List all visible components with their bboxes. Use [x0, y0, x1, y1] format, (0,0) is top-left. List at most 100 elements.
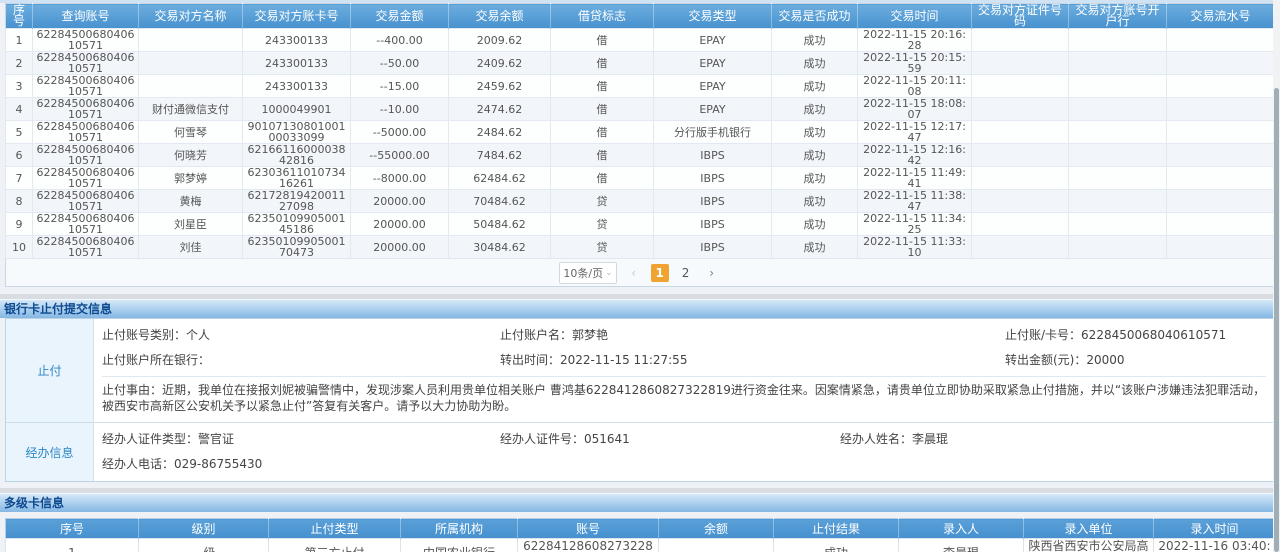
page-button-2[interactable]: 2	[677, 264, 695, 282]
transactions-table-header: 序号 查询账号 交易对方名称 交易对方账卡号 交易金额 交易余额 借贷标志 交易…	[6, 4, 1275, 29]
cell-counterparty-name: 财付通微信支付	[139, 98, 243, 121]
stop-bank: 止付账户所在银行：	[102, 348, 500, 373]
col-account: 账号	[518, 519, 659, 539]
cell-bank	[1069, 190, 1167, 213]
cell-flag: 借	[551, 29, 654, 52]
cell-seq: 6	[6, 144, 33, 167]
cell-cert	[972, 167, 1069, 190]
table-row[interactable]: 10 6228450068040610571 刘佳 62350109905001…	[6, 236, 1275, 259]
stop-account-name: 止付账户名：郭梦艳	[500, 323, 1005, 348]
cell-serial	[1167, 29, 1275, 52]
cell-time: 2022-11-15 11:34:25	[858, 213, 972, 236]
cell-counterparty-name	[139, 52, 243, 75]
cell-balance: 2009.62	[449, 29, 551, 52]
next-page-button[interactable]: ›	[703, 264, 721, 282]
cell-success: 成功	[772, 236, 858, 259]
cell-cert	[972, 52, 1069, 75]
table-row[interactable]: 4 6228450068040610571 财付通微信支付 1000049901…	[6, 98, 1275, 121]
cell-type: EPAY	[654, 75, 772, 98]
col-query-account: 查询账号	[33, 4, 139, 29]
table-row[interactable]: 2 6228450068040610571 243300133 --50.00 …	[6, 52, 1275, 75]
cell-counterparty-card: 243300133	[243, 52, 351, 75]
next-icon: ›	[709, 266, 714, 280]
handler-info-row: 经办信息 经办人证件类型：警官证 经办人证件号：051641 经办人姓名：李晨琨…	[6, 423, 1274, 481]
cell-cert	[972, 75, 1069, 98]
cell-success: 成功	[772, 29, 858, 52]
stop-account-type: 止付账号类别：个人	[102, 323, 500, 348]
prev-page-button[interactable]: ‹	[625, 264, 643, 282]
cell-type: EPAY	[654, 52, 772, 75]
cell-time: 2022-11-15 18:08:07	[858, 98, 972, 121]
scrollbar-thumb[interactable]	[1274, 88, 1279, 552]
stop-payment-panel: 止付 止付账号类别：个人 止付账户名：郭梦艳 止付账/卡号：6228450068…	[5, 318, 1275, 482]
cell-success: 成功	[772, 213, 858, 236]
cell-bank	[1069, 52, 1167, 75]
page-button-1[interactable]: 1	[651, 264, 669, 282]
col-stop-type: 止付类型	[269, 519, 401, 539]
cell-flag: 借	[551, 75, 654, 98]
cell-serial	[1167, 167, 1275, 190]
cell-serial	[1167, 236, 1275, 259]
cell-counterparty-name	[139, 75, 243, 98]
cell-flag: 贷	[551, 190, 654, 213]
cell-type: IBPS	[654, 144, 772, 167]
cell-time: 2022-11-15 12:16:42	[858, 144, 972, 167]
cell-success: 成功	[772, 98, 858, 121]
cell-balance: 30484.62	[449, 236, 551, 259]
cell-serial	[1167, 190, 1275, 213]
cell-time: 2022-11-15 11:33:10	[858, 236, 972, 259]
cell-balance	[659, 539, 774, 552]
cell-balance: 70484.62	[449, 190, 551, 213]
cell-cert	[972, 98, 1069, 121]
cell-amount: 20000.00	[351, 213, 449, 236]
cell-amount: --50.00	[351, 52, 449, 75]
col-counterparty-name: 交易对方名称	[139, 4, 243, 29]
cell-cert	[972, 213, 1069, 236]
cell-time: 2022-11-15 11:38:47	[858, 190, 972, 213]
table-row[interactable]: 6 6228450068040610571 何晓芳 62166116000038…	[6, 144, 1275, 167]
cell-time: 2022-11-15 12:17:47	[858, 121, 972, 144]
col-entered-by: 录入人	[899, 519, 1024, 539]
cell-amount: --5000.00	[351, 121, 449, 144]
col-type: 交易类型	[654, 4, 772, 29]
cell-type: IBPS	[654, 190, 772, 213]
cell-bank	[1069, 29, 1167, 52]
col-debit-credit-flag: 借贷标志	[551, 4, 654, 29]
cell-account: 6228412860827322819	[518, 539, 659, 552]
cell-time: 2022-11-15 20:16:28	[858, 29, 972, 52]
table-row[interactable]: 7 6228450068040610571 郭梦婷 62303611010734…	[6, 167, 1275, 190]
cell-entry-time: 2022-11-16 03:40:51	[1154, 539, 1276, 552]
cell-counterparty-card: 243300133	[243, 29, 351, 52]
table-row[interactable]: 5 6228450068040610571 何雪琴 90107130801001…	[6, 121, 1275, 144]
cell-bank	[1069, 167, 1167, 190]
cell-counterparty-name: 刘星臣	[139, 213, 243, 236]
cell-success: 成功	[772, 167, 858, 190]
handler-cert-type: 经办人证件类型：警官证	[102, 427, 500, 452]
cell-query-account: 6228450068040610571	[33, 167, 139, 190]
table-row[interactable]: 3 6228450068040610571 243300133 --15.00 …	[6, 75, 1275, 98]
table-row[interactable]: 9 6228450068040610571 刘星臣 62350109905001…	[6, 213, 1275, 236]
transactions-table-body: 1 6228450068040610571 243300133 --400.00…	[6, 29, 1275, 259]
cell-bank	[1069, 75, 1167, 98]
cell-bank	[1069, 121, 1167, 144]
handler-info-row-label: 经办信息	[6, 423, 94, 481]
cell-query-account: 6228450068040610571	[33, 52, 139, 75]
cell-counterparty-card: 1000049901	[243, 98, 351, 121]
table-row[interactable]: 8 6228450068040610571 黄梅 621728194200112…	[6, 190, 1275, 213]
page-size-select[interactable]: 10条/页 ⌄	[559, 262, 616, 284]
cell-amount: --400.00	[351, 29, 449, 52]
col-result: 止付结果	[774, 519, 899, 539]
cell-seq: 4	[6, 98, 33, 121]
cell-time: 2022-11-15 20:11:08	[858, 75, 972, 98]
cell-amount: --8000.00	[351, 167, 449, 190]
cell-seq: 8	[6, 190, 33, 213]
cell-flag: 借	[551, 98, 654, 121]
cell-success: 成功	[772, 144, 858, 167]
cell-bank	[1069, 236, 1167, 259]
col-balance: 余额	[659, 519, 774, 539]
cell-query-account: 6228450068040610571	[33, 98, 139, 121]
table-row[interactable]: 1 6228450068040610571 243300133 --400.00…	[6, 29, 1275, 52]
table-row[interactable]: 1 一级 第三方止付 中国农业银行 6228412860827322819 成功…	[6, 539, 1276, 552]
cell-counterparty-card: 6217281942001127098	[243, 190, 351, 213]
cell-serial	[1167, 144, 1275, 167]
